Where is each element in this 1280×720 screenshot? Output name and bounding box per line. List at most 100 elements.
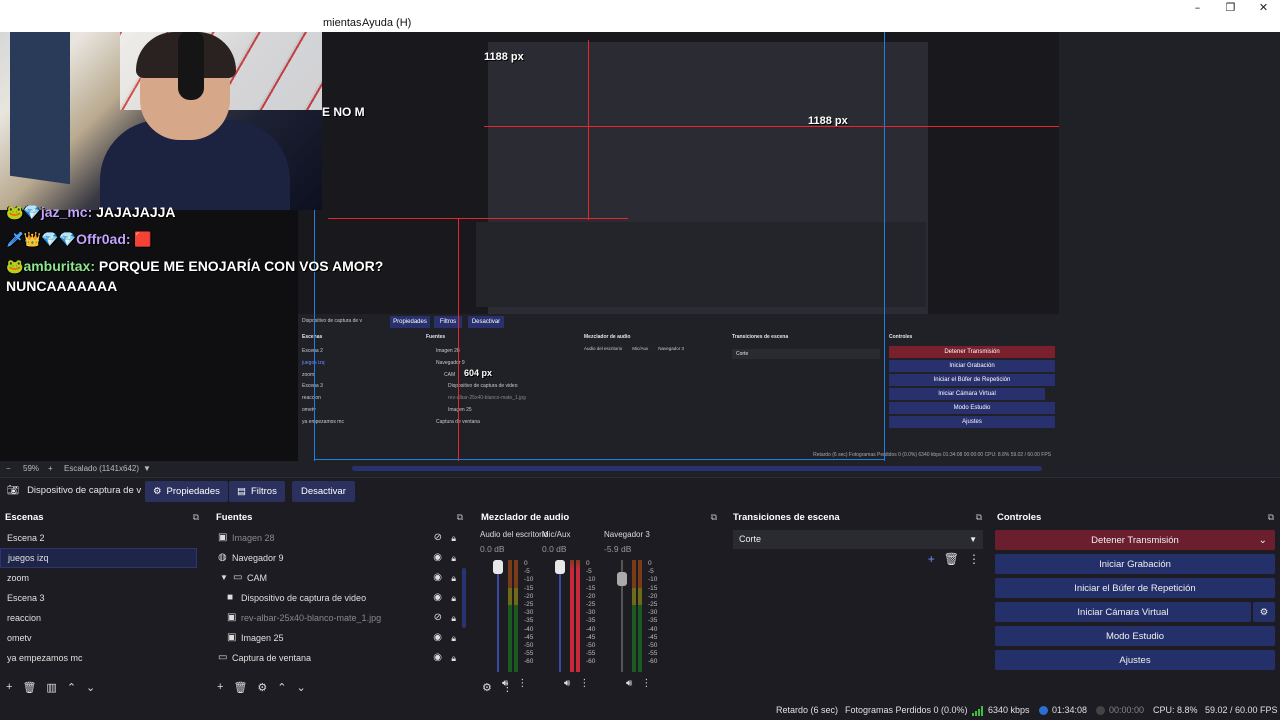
audio-settings-icon[interactable]: ⚙ (482, 681, 492, 694)
nested-dock-area: Dispositivo de captura de v Propiedades … (298, 314, 1059, 461)
eye-icon[interactable]: ◉ (433, 548, 442, 568)
source-item[interactable]: ▣ rev-albar-25x40-blanco-mate_1.jpg ⊘ 🔒︎ (211, 608, 469, 628)
eye-icon[interactable]: ◉ (433, 568, 442, 588)
hidden-eye-icon[interactable]: ⊘ (434, 608, 442, 628)
chevron-down-icon[interactable]: ⌄ (1259, 535, 1267, 546)
nested-audio-channel: Mic/Aux (632, 346, 649, 351)
source-item[interactable]: ▣ Imagen 25 ◉ 🔒︎ (211, 628, 469, 648)
lock-icon[interactable]: 🔒︎ (451, 568, 456, 588)
transition-select[interactable]: Corte ▼ (733, 530, 983, 549)
nested-replay: Iniciar el Búfer de Repetición (889, 374, 1055, 386)
scene-item[interactable]: ya empezamos mc (0, 648, 205, 668)
add-icon[interactable]: + (928, 552, 935, 566)
move-up-icon[interactable]: ⌃ (67, 681, 76, 694)
undock-icon[interactable]: ⧉ (457, 512, 463, 523)
more-icon[interactable]: ⋮ (641, 678, 651, 689)
source-item[interactable]: ▭ Captura de ventana ◉ 🔒︎ (211, 648, 469, 668)
more-icon[interactable]: ⋮ (502, 681, 513, 694)
undock-icon[interactable]: ⧉ (1268, 512, 1274, 523)
globe-icon: ◍ (218, 552, 227, 563)
scene-filters-icon[interactable]: ▥ (46, 681, 56, 694)
move-down-icon[interactable]: ⌄ (86, 681, 95, 694)
folder-icon: ▭ (233, 572, 243, 583)
add-icon[interactable]: + (6, 681, 12, 694)
scale-mode: Escalado (1141x642) (64, 464, 140, 473)
gear-icon[interactable]: ⚙ (257, 681, 267, 694)
chevron-down-icon[interactable]: ▼ (220, 568, 228, 588)
volume-slider[interactable] (559, 560, 561, 672)
undock-icon[interactable]: ⧉ (711, 512, 717, 523)
eye-icon[interactable]: ◉ (433, 628, 442, 648)
zoom-out-button[interactable]: − (6, 464, 11, 473)
source-item[interactable]: ▼ ▭ CAM ◉ 🔒︎ (211, 568, 469, 588)
channel-db: 0.0 dB (480, 544, 505, 554)
move-up-icon[interactable]: ⌃ (277, 681, 286, 694)
more-icon[interactable]: ⋮ (968, 552, 980, 566)
lock-icon[interactable]: 🔒︎ (451, 588, 456, 608)
fader-handle[interactable] (493, 560, 503, 574)
lock-icon[interactable]: 🔒︎ (451, 608, 456, 628)
trash-icon[interactable]: 🗑︎ (22, 681, 36, 694)
close-icon[interactable]: ✕ (1247, 0, 1280, 15)
volume-slider[interactable] (497, 560, 499, 672)
virtual-camera-button[interactable]: Iniciar Cámara Virtual (995, 602, 1251, 622)
eye-icon[interactable]: ◉ (433, 588, 442, 608)
eye-icon[interactable]: ◉ (433, 648, 442, 668)
preview-footer: − 59% + Escalado (1141x642) ▼ (0, 461, 1280, 477)
scene-item[interactable]: ometv (0, 628, 205, 648)
fader-handle[interactable] (617, 571, 627, 586)
filters-button[interactable]: ▤ Filtros (229, 481, 285, 502)
hidden-eye-icon[interactable]: ⊘ (434, 528, 442, 548)
nested-start-rec: Iniciar Grabación (889, 360, 1055, 372)
scene-item[interactable]: zoom (0, 568, 205, 588)
deactivate-button[interactable]: Desactivar (292, 481, 355, 502)
preview-area[interactable]: 1188 px 1188 px E NO M Dispositivo de ca… (0, 32, 1280, 461)
properties-button[interactable]: ⚙ Propiedades (145, 481, 228, 502)
stream-delay: Retardo (6 sec) (776, 705, 839, 715)
more-icon[interactable]: ⋮ (579, 678, 589, 689)
lock-icon[interactable]: 🔒︎ (451, 628, 456, 648)
studio-mode-button[interactable]: Modo Estudio (995, 626, 1275, 646)
source-item[interactable]: ■ Dispositivo de captura de video ◉ 🔒︎ (211, 588, 469, 608)
nested-scene-item: Escena 3 (302, 383, 323, 390)
menu-help[interactable]: Ayuda (H) (362, 17, 411, 29)
speaker-icon[interactable]: 🔊︎ (626, 678, 632, 689)
virtual-camera-settings-button[interactable]: ⚙ (1253, 602, 1275, 622)
settings-button[interactable]: Ajustes (995, 650, 1275, 670)
undock-icon[interactable]: ⧉ (976, 512, 982, 523)
scene-item[interactable]: reaccion (0, 608, 205, 628)
guide-line-blue (884, 32, 885, 461)
source-item[interactable]: ▣ Imagen 28 ⊘ 🔒︎ (211, 528, 469, 548)
zoom-in-button[interactable]: + (48, 464, 53, 473)
trash-icon[interactable]: 🗑︎ (233, 681, 247, 694)
more-icon[interactable]: ⋮ (517, 678, 527, 689)
start-recording-button[interactable]: Iniciar Grabación (995, 554, 1275, 574)
sources-scrollbar[interactable] (462, 568, 466, 628)
preview-canvas[interactable]: 1188 px 1188 px E NO M Dispositivo de ca… (0, 32, 1059, 461)
undock-icon[interactable]: ⧉ (193, 512, 199, 523)
maximize-icon[interactable]: ❐ (1214, 0, 1247, 15)
channel-name: Mic/Aux (542, 530, 571, 539)
lock-icon[interactable]: 🔒︎ (451, 648, 456, 668)
minimize-icon[interactable]: – (1181, 0, 1214, 15)
trash-icon[interactable]: 🗑︎ (944, 552, 959, 566)
stop-stream-button[interactable]: Detener Transmisión ⌄ (995, 530, 1275, 550)
nested-scene-item: reaccion (302, 395, 321, 402)
scene-item[interactable]: Escena 3 (0, 588, 205, 608)
lock-icon[interactable]: 🔒︎ (451, 548, 456, 568)
menu-tools[interactable]: mientas (323, 17, 362, 29)
speaker-icon[interactable]: 🔊︎ (564, 678, 570, 689)
add-icon[interactable]: + (217, 681, 223, 694)
scene-item[interactable]: juegos izq (0, 548, 197, 568)
nested-source-item: rev-albar-25x40-blanco-mate_1.jpg (448, 395, 526, 402)
lock-icon[interactable]: 🔒︎ (451, 528, 456, 548)
window-icon: ▭ (218, 652, 228, 663)
replay-buffer-button[interactable]: Iniciar el Búfer de Repetición (995, 578, 1275, 598)
scale-dropdown-icon[interactable]: ▼ (143, 464, 151, 473)
fader-handle[interactable] (555, 560, 565, 574)
stream-time: 01:34:08 (1052, 705, 1088, 715)
horizontal-scrollbar[interactable] (352, 466, 1042, 471)
source-item[interactable]: ◍ Navegador 9 ◉ 🔒︎ (211, 548, 469, 568)
move-down-icon[interactable]: ⌄ (297, 681, 306, 694)
scene-item[interactable]: Escena 2 (0, 528, 205, 548)
